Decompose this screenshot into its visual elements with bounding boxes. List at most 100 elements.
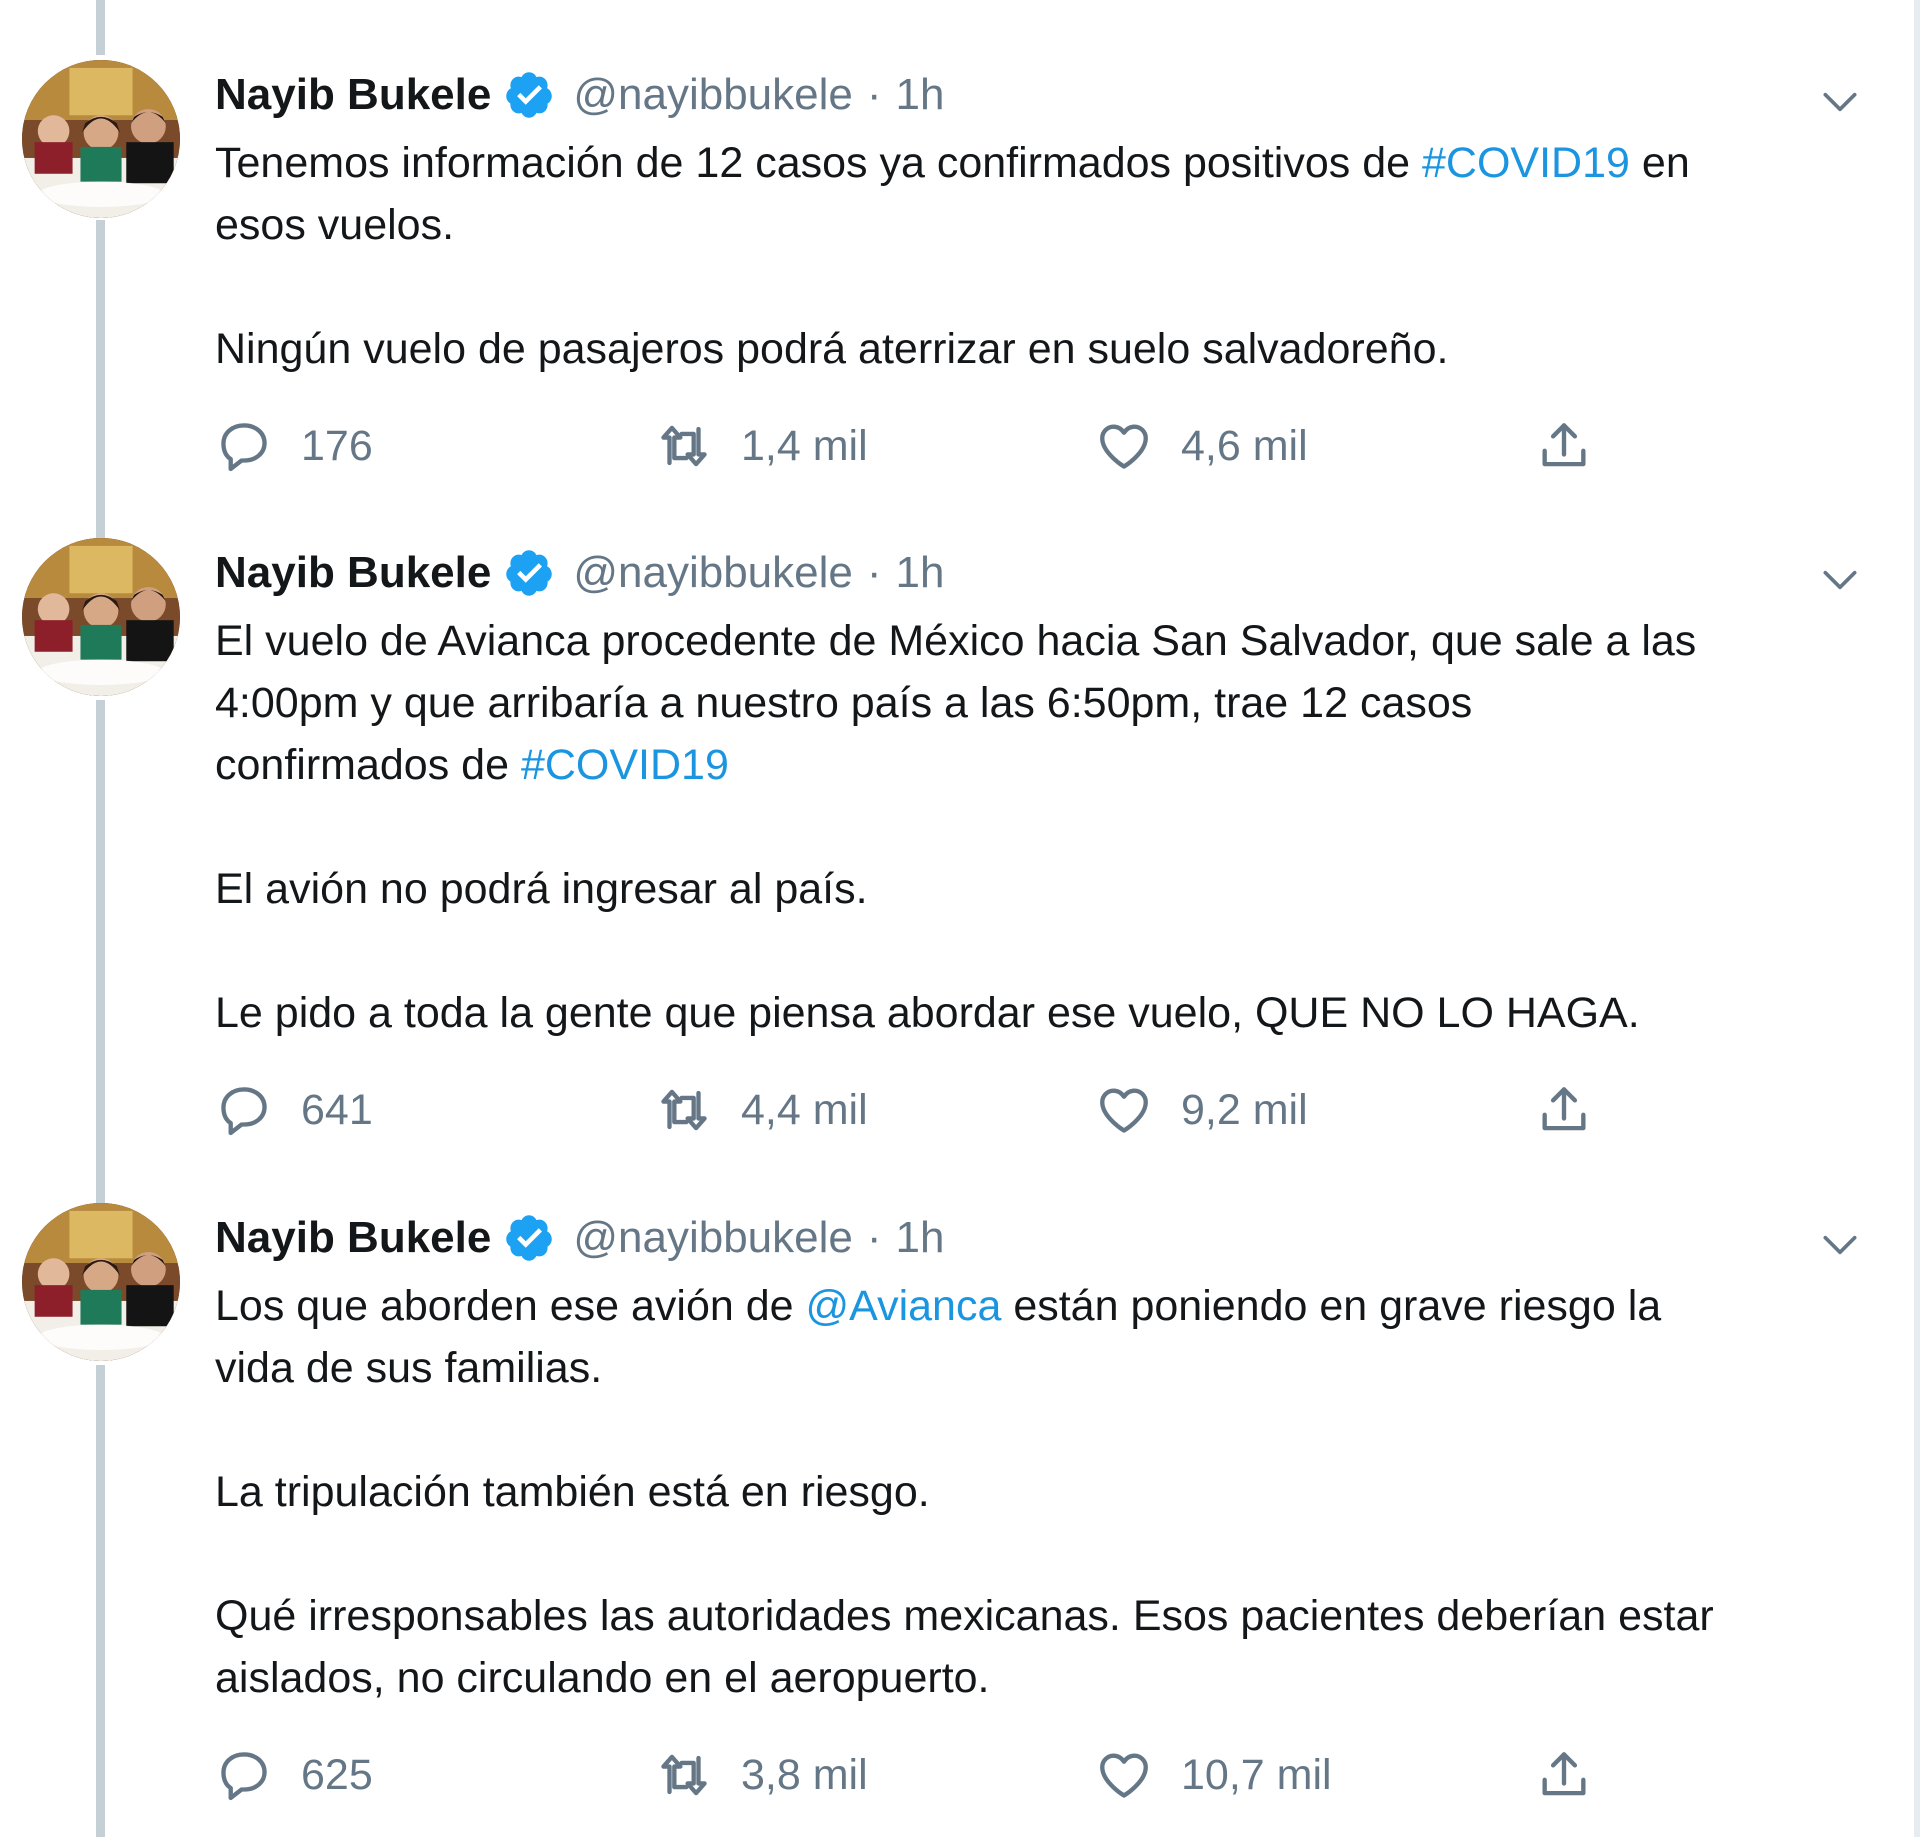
hashtag-link[interactable]: #COVID19 (1422, 139, 1630, 187)
tweet-text: El vuelo de Avianca procedente de México… (215, 610, 1875, 1044)
text-segment: 4:00pm y que arribaría a nuestro país a … (215, 679, 1473, 727)
share-button[interactable] (1535, 416, 1621, 476)
author-handle[interactable]: @nayibbukele (573, 70, 853, 120)
like-button[interactable]: 4,6 mil (1095, 416, 1308, 476)
text-segment: vida de sus familias. (215, 1344, 603, 1392)
heart-icon (1095, 1746, 1181, 1804)
retweet-icon (655, 417, 741, 475)
like-count: 9,2 mil (1181, 1085, 1308, 1134)
avatar[interactable] (22, 538, 180, 696)
share-icon (1535, 1746, 1621, 1804)
tweet-header: Nayib Bukele @nayibbukele · 1h (215, 1208, 944, 1268)
verified-badge-icon (491, 1212, 573, 1264)
tweet-actions: 641 4,4 mil 9,2 mil (215, 1080, 1615, 1140)
tweet-text-line: Ningún vuelo de pasajeros podrá aterriza… (215, 318, 1875, 380)
like-count: 10,7 mil (1181, 1750, 1332, 1799)
mention-link[interactable]: @Avianca (806, 1282, 1002, 1330)
thread-line (96, 220, 105, 538)
verified-badge-icon (491, 547, 573, 599)
like-button[interactable]: 9,2 mil (1095, 1080, 1308, 1140)
thread-line (96, 0, 105, 55)
tweet-text-line: La tripulación también está en riesgo. (215, 1461, 1875, 1523)
text-segment: Qué irresponsables las autoridades mexic… (215, 1592, 1714, 1640)
tweet-actions: 625 3,8 mil 10,7 mil (215, 1745, 1615, 1805)
text-segment: aislados, no circulando en el aeropuerto… (215, 1654, 990, 1702)
separator-dot: · (866, 548, 882, 597)
separator-dot: · (866, 70, 882, 119)
tweet-text-line: confirmados de #COVID19 (215, 734, 1875, 796)
text-segment: Tenemos información de 12 casos ya confi… (215, 139, 1423, 187)
retweet-count: 4,4 mil (741, 1085, 868, 1134)
share-icon (1535, 417, 1621, 475)
text-segment: El vuelo de Avianca procedente de México… (215, 617, 1697, 665)
tweet-text-line: Le pido a toda la gente que piensa abord… (215, 982, 1875, 1044)
tweet-text-line: 4:00pm y que arribaría a nuestro país a … (215, 672, 1875, 734)
reply-button[interactable]: 176 (215, 416, 373, 476)
reply-count: 625 (301, 1750, 373, 1799)
tweet-text: Los que aborden ese avión de @Avianca es… (215, 1275, 1875, 1709)
hashtag-link[interactable]: #COVID19 (521, 741, 729, 789)
reply-icon (215, 417, 301, 475)
reply-button[interactable]: 625 (215, 1745, 373, 1805)
reply-icon (215, 1081, 301, 1139)
text-segment: en (1629, 139, 1690, 187)
avatar[interactable] (22, 60, 180, 218)
text-segment: Los que aborden ese avión de (215, 1282, 806, 1330)
thread-line (96, 700, 105, 1203)
tweet-text-line: aislados, no circulando en el aeropuerto… (215, 1647, 1875, 1709)
tweet-timestamp[interactable]: 1h (896, 1213, 945, 1263)
separator-dot: · (866, 1213, 882, 1262)
tweet-actions: 176 1,4 mil 4,6 mil (215, 416, 1615, 476)
tweet-header: Nayib Bukele @nayibbukele · 1h (215, 65, 944, 125)
like-count: 4,6 mil (1181, 421, 1308, 470)
reply-count: 176 (301, 421, 373, 470)
retweet-button[interactable]: 1,4 mil (655, 416, 868, 476)
author-name[interactable]: Nayib Bukele (215, 1213, 491, 1263)
share-button[interactable] (1535, 1745, 1621, 1805)
retweet-count: 3,8 mil (741, 1750, 868, 1799)
author-name[interactable]: Nayib Bukele (215, 70, 491, 120)
reply-icon (215, 1746, 301, 1804)
heart-icon (1095, 1081, 1181, 1139)
share-button[interactable] (1535, 1080, 1621, 1140)
tweet-text-line: El vuelo de Avianca procedente de México… (215, 610, 1875, 672)
tweet-text-line: Los que aborden ese avión de @Avianca es… (215, 1275, 1875, 1337)
tweet-text-line: Qué irresponsables las autoridades mexic… (215, 1585, 1875, 1647)
tweet-text-line: El avión no podrá ingresar al país. (215, 858, 1875, 920)
text-segment: El avión no podrá ingresar al país. (215, 865, 868, 913)
verified-badge-icon (491, 69, 573, 121)
tweet-timestamp[interactable]: 1h (896, 70, 945, 120)
like-button[interactable]: 10,7 mil (1095, 1745, 1332, 1805)
text-segment: Ningún vuelo de pasajeros podrá aterriza… (215, 325, 1449, 373)
reply-button[interactable]: 641 (215, 1080, 373, 1140)
author-name[interactable]: Nayib Bukele (215, 548, 491, 598)
retweet-button[interactable]: 3,8 mil (655, 1745, 868, 1805)
avatar[interactable] (22, 1203, 180, 1361)
tweet-text-line: vida de sus familias. (215, 1337, 1875, 1399)
tweet-header: Nayib Bukele @nayibbukele · 1h (215, 543, 944, 603)
text-segment: La tripulación también está en riesgo. (215, 1468, 930, 1516)
tweet-text-line: Tenemos información de 12 casos ya confi… (215, 132, 1875, 194)
text-segment: están poniendo en grave riesgo la (1001, 1282, 1662, 1330)
text-segment: Le pido a toda la gente que piensa abord… (215, 989, 1640, 1037)
author-handle[interactable]: @nayibbukele (573, 548, 853, 598)
author-handle[interactable]: @nayibbukele (573, 1213, 853, 1263)
retweet-count: 1,4 mil (741, 421, 868, 470)
timeline-right-border (1914, 0, 1920, 1837)
text-segment: confirmados de (215, 741, 521, 789)
tweet-text: Tenemos información de 12 casos ya confi… (215, 132, 1875, 380)
heart-icon (1095, 417, 1181, 475)
tweet-timestamp[interactable]: 1h (896, 548, 945, 598)
thread-line (96, 1365, 105, 1837)
retweet-button[interactable]: 4,4 mil (655, 1080, 868, 1140)
tweet-text-line: esos vuelos. (215, 194, 1875, 256)
text-segment: esos vuelos. (215, 201, 455, 249)
retweet-icon (655, 1081, 741, 1139)
share-icon (1535, 1081, 1621, 1139)
reply-count: 641 (301, 1085, 373, 1134)
retweet-icon (655, 1746, 741, 1804)
